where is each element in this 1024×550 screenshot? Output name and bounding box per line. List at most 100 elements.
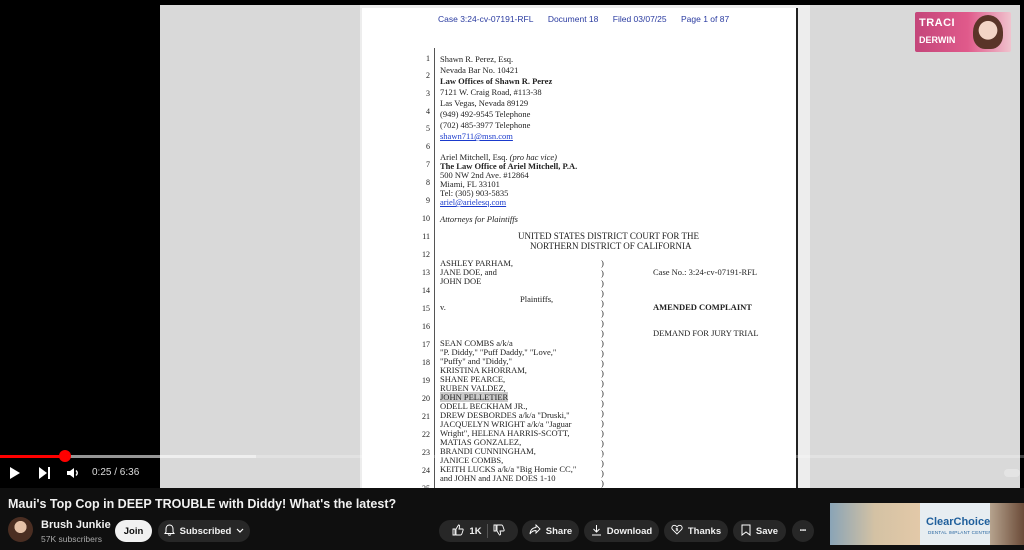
like-dislike-group: 1K bbox=[439, 520, 518, 542]
phone-line: (949) 492-9545 Telephone bbox=[440, 109, 531, 119]
plaintiffs-label: Plaintiffs, bbox=[520, 294, 554, 304]
dislike-button[interactable] bbox=[493, 524, 505, 539]
save-button[interactable]: Save bbox=[733, 520, 786, 542]
margin-rule bbox=[434, 48, 435, 488]
line-number: 18 bbox=[422, 358, 430, 367]
more-actions-button[interactable]: ••• bbox=[792, 520, 814, 542]
document-header: Case 3:24-cv-07191-RFL Document 18 Filed… bbox=[438, 14, 741, 24]
thumbs-down-icon bbox=[493, 524, 505, 539]
plaintiff-name: JOHN DOE bbox=[440, 276, 482, 286]
city-line: Las Vegas, Nevada 89129 bbox=[440, 98, 529, 108]
line-number: 8 bbox=[426, 178, 430, 187]
ad-photo-people bbox=[830, 503, 920, 545]
channel-avatar[interactable] bbox=[8, 517, 33, 542]
next-video-icon[interactable] bbox=[38, 466, 51, 485]
bell-icon bbox=[163, 523, 175, 539]
thanks-heart-icon: $ bbox=[671, 524, 683, 538]
jury-demand: DEMAND FOR JURY TRIAL bbox=[653, 328, 759, 338]
share-icon bbox=[529, 523, 541, 538]
line-number: 19 bbox=[422, 376, 430, 385]
download-button[interactable]: Download bbox=[584, 520, 659, 542]
line-number: 16 bbox=[422, 322, 430, 331]
case-number: Case No.: 3:24-cv-07191-RFL bbox=[653, 267, 758, 277]
attorneys-for: Attorneys for Plaintiffs bbox=[440, 214, 518, 224]
autoplay-toggle[interactable] bbox=[1004, 469, 1020, 477]
sponsored-ad-banner[interactable]: ClearChoice DENTAL IMPLANT CENTERS bbox=[830, 503, 1024, 545]
ad-brand-tagline: DENTAL IMPLANT CENTERS bbox=[928, 530, 996, 535]
paren-column: )))))))))))))))))))))))) bbox=[601, 258, 604, 488]
page-count-header: Page 1 of 87 bbox=[681, 14, 730, 24]
like-button[interactable]: 1K bbox=[452, 524, 482, 539]
line-number: 17 bbox=[422, 340, 430, 349]
chevron-down-icon bbox=[236, 526, 244, 537]
more-icon: ••• bbox=[799, 528, 807, 534]
line-number: 12 bbox=[422, 250, 430, 259]
volume-icon[interactable] bbox=[66, 466, 80, 485]
join-label: Join bbox=[123, 525, 144, 537]
share-button[interactable]: Share bbox=[522, 520, 579, 542]
ad-photo-person bbox=[990, 503, 1024, 545]
line-number: 20 bbox=[422, 394, 430, 403]
player-controls: 0:25 / 6:36 bbox=[0, 462, 1024, 484]
logo-portrait bbox=[973, 15, 1003, 49]
versus: v. bbox=[440, 302, 446, 312]
line-number: 13 bbox=[422, 268, 430, 277]
email-link-2: ariel@arielesq.com bbox=[440, 197, 507, 207]
line-number: 22 bbox=[422, 430, 430, 439]
like-separator bbox=[486, 524, 488, 538]
svg-text:$: $ bbox=[675, 527, 678, 533]
bar-number: Nevada Bar No. 10421 bbox=[440, 65, 519, 75]
line-number: 2 bbox=[426, 71, 430, 80]
line-number: 1 bbox=[426, 54, 430, 63]
subscribed-label: Subscribed bbox=[179, 525, 232, 537]
play-icon[interactable] bbox=[9, 466, 21, 485]
ad-brand-logo: ClearChoice bbox=[926, 516, 991, 528]
law-office-name: Law Offices of Shawn R. Perez bbox=[440, 76, 553, 86]
amended-complaint: AMENDED COMPLAINT bbox=[653, 302, 752, 312]
channel-watermark-logo[interactable]: TRACI DERWIN bbox=[915, 12, 1011, 52]
address-line: 7121 W. Craig Road, #113-38 bbox=[440, 87, 542, 97]
download-label: Download bbox=[606, 525, 653, 537]
join-button[interactable]: Join bbox=[115, 520, 152, 542]
channel-name[interactable]: Brush Junkie bbox=[41, 519, 111, 531]
progress-bar[interactable] bbox=[0, 450, 1024, 462]
court-name-line2: NORTHERN DISTRICT OF CALIFORNIA bbox=[530, 241, 692, 251]
line-number: 11 bbox=[422, 232, 430, 241]
line-number: 7 bbox=[426, 160, 430, 169]
case-number-header: Case 3:24-cv-07191-RFL bbox=[438, 14, 534, 24]
thanks-label: Thanks bbox=[687, 525, 722, 537]
phone-line: (702) 485-3977 Telephone bbox=[440, 120, 531, 130]
thumbs-up-icon bbox=[452, 524, 465, 539]
like-count: 1K bbox=[469, 525, 482, 537]
share-label: Share bbox=[545, 525, 573, 537]
line-number: 9 bbox=[426, 196, 430, 205]
line-number: 4 bbox=[426, 107, 430, 116]
scrubber-handle[interactable] bbox=[58, 450, 71, 462]
video-title: Maui's Top Cop in DEEP TROUBLE with Didd… bbox=[8, 497, 397, 511]
bookmark-icon bbox=[741, 524, 751, 539]
line-number: 25 bbox=[416, 484, 430, 488]
filed-date-header: Filed 03/07/25 bbox=[612, 14, 667, 24]
document-number-header: Document 18 bbox=[547, 14, 599, 24]
line-number: 10 bbox=[422, 214, 430, 223]
time-display: 0:25 / 6:36 bbox=[92, 467, 140, 478]
line-number: 14 bbox=[422, 286, 430, 295]
attorney-name: Shawn R. Perez, Esq. bbox=[440, 54, 514, 64]
subscriber-count: 57K subscribers bbox=[41, 534, 102, 544]
email-link: shawn711@msn.com bbox=[440, 131, 513, 141]
logo-line1: TRACI bbox=[919, 17, 956, 29]
court-name-line1: UNITED STATES DISTRICT COURT FOR THE bbox=[518, 231, 700, 241]
subscribed-button[interactable]: Subscribed bbox=[158, 520, 250, 542]
line-number: 3 bbox=[426, 89, 430, 98]
line-number: 15 bbox=[422, 304, 430, 313]
line-number: 6 bbox=[426, 142, 430, 151]
court-document: Case 3:24-cv-07191-RFL Document 18 Filed… bbox=[362, 8, 798, 488]
progress-played bbox=[0, 455, 65, 458]
save-label: Save bbox=[755, 525, 779, 537]
logo-line2: DERWIN bbox=[919, 35, 956, 45]
line-number: 5 bbox=[426, 124, 430, 133]
video-player[interactable]: Case 3:24-cv-07191-RFL Document 18 Filed… bbox=[0, 0, 1024, 488]
download-icon bbox=[591, 524, 602, 539]
thanks-button[interactable]: $ Thanks bbox=[664, 520, 728, 542]
line-number: 21 bbox=[422, 412, 430, 421]
